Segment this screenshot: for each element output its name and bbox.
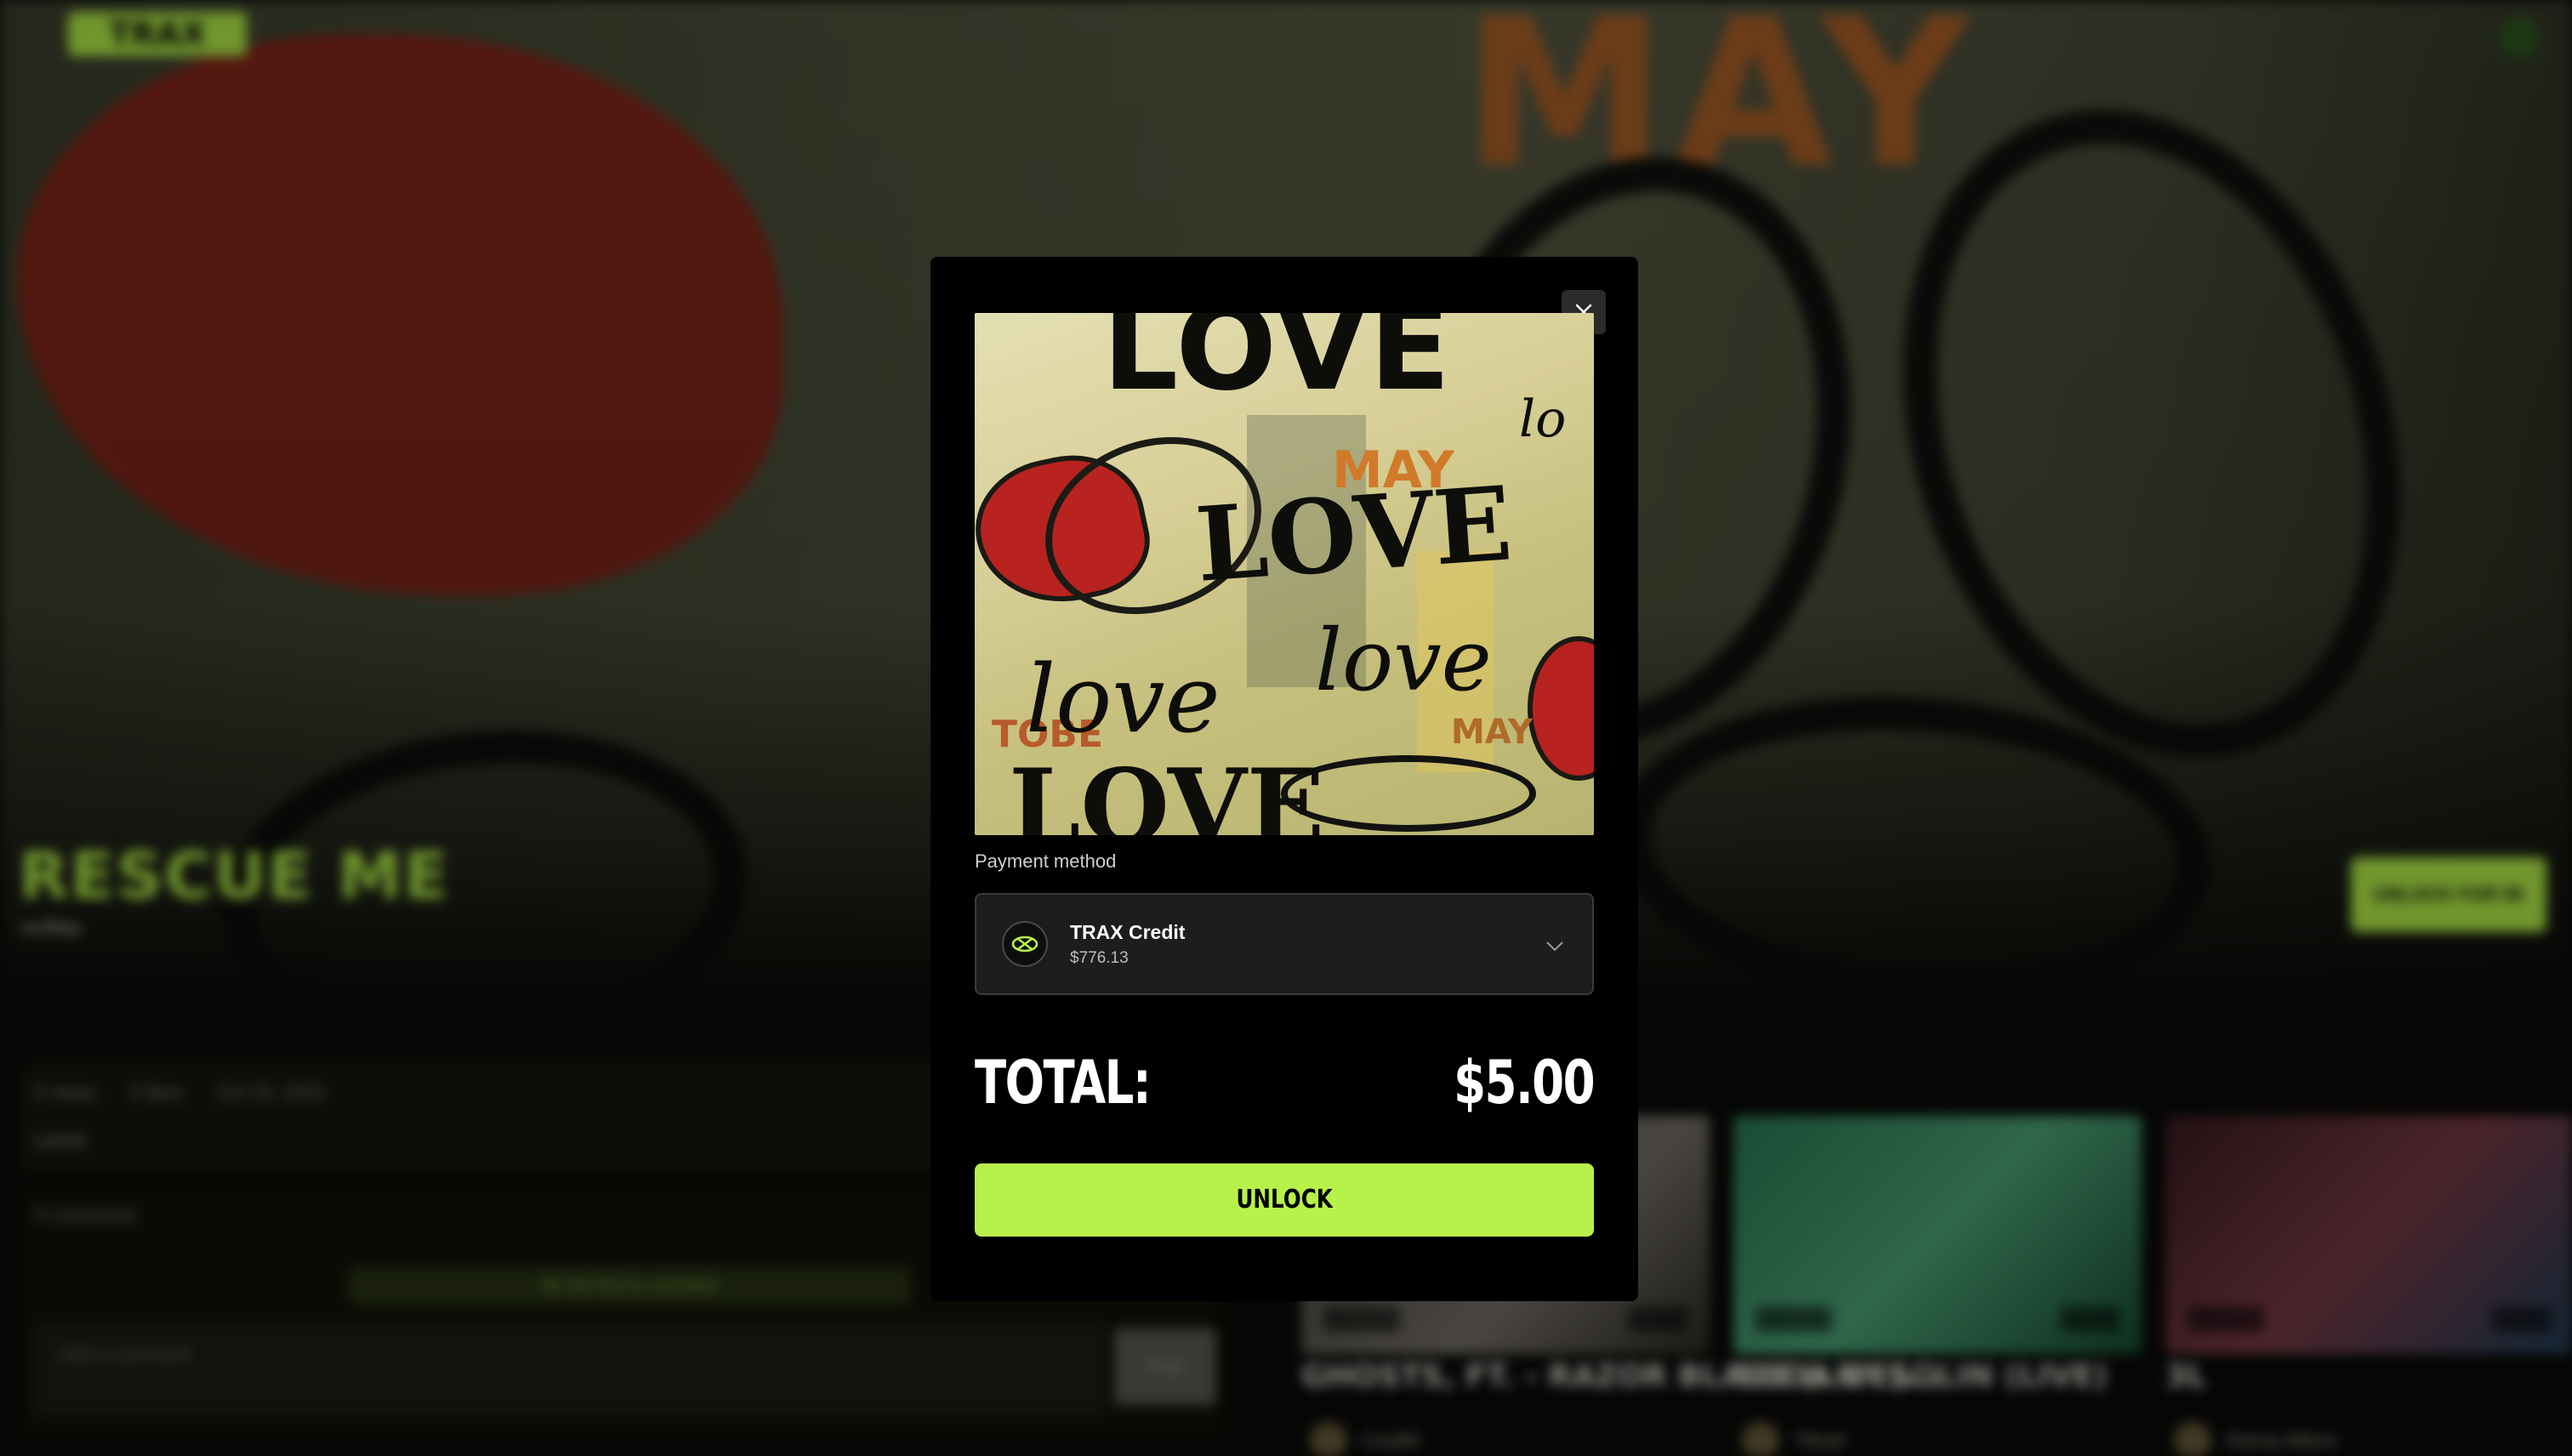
total-label: TOTAL:: [975, 1048, 1152, 1118]
unlock-button[interactable]: UNLOCK: [975, 1163, 1594, 1237]
song-artwork: MAY TOBE MAY LOVE LOVE love love LOVE lo: [975, 313, 1594, 835]
payment-method-label: Payment method: [975, 850, 1117, 872]
artwork-word: MAY: [1451, 713, 1533, 752]
payment-method-balance: $776.13: [1070, 949, 1129, 967]
trax-credit-icon: [1002, 921, 1048, 967]
artwork-word: love: [1315, 611, 1492, 710]
artwork-word: LOVE: [1009, 747, 1325, 835]
artwork-word: LOVE: [1192, 464, 1516, 606]
artwork-word: lo: [1519, 390, 1567, 449]
artwork-word: LOVE: [1102, 313, 1453, 418]
artwork-heart: [1528, 636, 1594, 781]
artwork-word: love: [1026, 645, 1221, 754]
payment-method-name: TRAX Credit: [1070, 921, 1186, 943]
payment-method-select[interactable]: [975, 893, 1594, 995]
total-value: $5.00: [1454, 1048, 1595, 1118]
unlock-button-label: UNLOCK: [1236, 1185, 1333, 1214]
chevron-down-icon[interactable]: [1545, 936, 1565, 956]
